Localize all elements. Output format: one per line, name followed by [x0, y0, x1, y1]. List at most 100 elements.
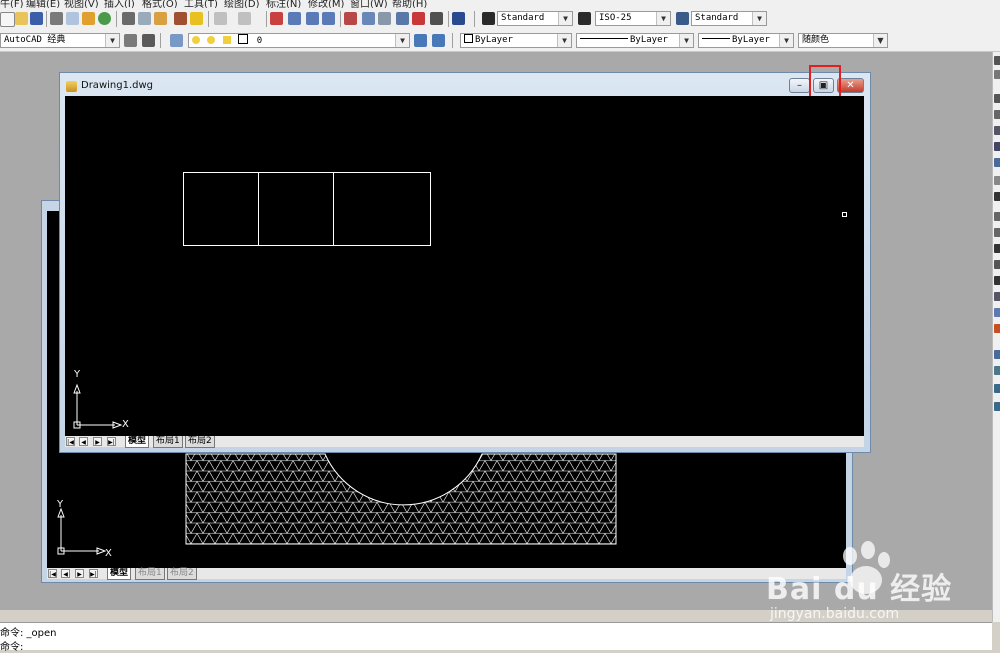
print-icon[interactable]	[50, 12, 63, 25]
tab-model[interactable]: 模型	[107, 568, 132, 580]
ucs-y-label: Y	[74, 369, 81, 380]
ucs-icon	[73, 383, 123, 429]
design-center-icon[interactable]	[362, 12, 375, 25]
pan-icon[interactable]	[270, 12, 283, 25]
sheet-set-icon[interactable]	[396, 12, 409, 25]
draworder-under-icon[interactable]	[994, 402, 1000, 411]
next-tab-button[interactable]: ▶	[75, 569, 84, 578]
break-icon[interactable]	[994, 244, 1000, 253]
properties-icon[interactable]	[344, 12, 357, 25]
plot-preview-icon[interactable]	[66, 12, 79, 25]
draworder-icon[interactable]	[994, 350, 1000, 359]
extend-icon[interactable]	[994, 228, 1000, 237]
tab-layout2[interactable]: 布局2	[167, 568, 197, 580]
drawing-canvas[interactable]: Y X	[65, 96, 864, 436]
menu-window[interactable]: 窗口(W)	[350, 0, 388, 8]
draworder-back-icon[interactable]	[994, 366, 1000, 375]
help-icon[interactable]	[452, 12, 465, 25]
highlight-box	[809, 65, 841, 99]
tab-model[interactable]: 模型	[125, 436, 150, 448]
new-icon[interactable]	[0, 12, 15, 27]
markup-icon[interactable]	[412, 12, 425, 25]
open-icon[interactable]	[15, 12, 28, 25]
zoom-realtime-icon[interactable]	[288, 12, 301, 25]
table-style-select[interactable]: Standard ▼	[691, 11, 767, 26]
match-properties-icon[interactable]	[174, 12, 187, 25]
zoom-previous-icon[interactable]	[322, 12, 335, 25]
last-tab-button[interactable]: ▶|	[89, 569, 98, 578]
layer-previous-icon[interactable]	[432, 34, 445, 47]
menu-edit[interactable]: 编辑(E)	[26, 0, 60, 8]
fillet-icon[interactable]	[994, 292, 1000, 301]
first-tab-button[interactable]: |◀	[66, 437, 75, 446]
layer-select[interactable]: 0 ▼	[188, 33, 410, 48]
last-tab-button[interactable]: ▶|	[107, 437, 116, 446]
watermark-brand: Bai du 经验	[766, 572, 953, 607]
dim-style-select[interactable]: ISO-25 ▼	[595, 11, 671, 26]
calculator-icon[interactable]	[430, 12, 443, 25]
dim-style-icon	[578, 12, 591, 25]
stretch-icon[interactable]	[994, 192, 1000, 201]
menu-modify[interactable]: 修改(M)	[308, 0, 344, 8]
explode-icon[interactable]	[994, 324, 1000, 333]
mirror-icon[interactable]	[994, 94, 1000, 103]
block-editor-icon[interactable]	[190, 12, 203, 25]
layer-manager-icon[interactable]	[170, 34, 183, 47]
trim-icon[interactable]	[994, 212, 1000, 221]
publish-icon[interactable]	[82, 12, 95, 25]
menu-file[interactable]: 牛(F)	[0, 0, 24, 8]
copy-object-icon[interactable]	[994, 70, 1000, 79]
rotate-icon[interactable]	[994, 158, 1000, 167]
baidu-watermark: Bai du 经验 jingyan.baidu.com	[766, 540, 986, 630]
array-icon[interactable]	[994, 126, 1000, 135]
menu-help[interactable]: 帮助(H)	[392, 0, 427, 8]
lineweight-select[interactable]: ByLayer ▼	[698, 33, 794, 48]
menu-draw[interactable]: 绘图(D)	[224, 0, 260, 8]
tab-layout1[interactable]: 布局1	[153, 436, 183, 448]
menu-view[interactable]: 视图(V)	[64, 0, 99, 8]
color-select[interactable]: ByLayer ▼	[460, 33, 572, 48]
save-workspace-icon[interactable]	[142, 34, 155, 47]
first-tab-button[interactable]: |◀	[48, 569, 57, 578]
fillet-arc-icon[interactable]	[994, 308, 1000, 317]
scale-icon[interactable]	[994, 176, 1000, 185]
tool-palettes-icon[interactable]	[378, 12, 391, 25]
join-icon[interactable]	[994, 260, 1000, 269]
menu-insert[interactable]: 插入(I)	[104, 0, 135, 8]
zoom-window-icon[interactable]	[306, 12, 319, 25]
globe-icon[interactable]	[98, 12, 111, 25]
move-icon[interactable]	[994, 142, 1000, 151]
workspace-select[interactable]: AutoCAD 经典 ▼	[0, 33, 120, 48]
next-tab-button[interactable]: ▶	[93, 437, 102, 446]
menu-dimension[interactable]: 标注(N)	[266, 0, 301, 8]
offset-icon[interactable]	[994, 110, 1000, 119]
undo-icon[interactable]	[214, 12, 227, 25]
drawing-file-icon	[66, 81, 77, 92]
save-icon[interactable]	[30, 12, 43, 25]
menu-tools[interactable]: 工具(T)	[184, 0, 218, 8]
chamfer-icon[interactable]	[994, 276, 1000, 285]
menu-format[interactable]: 格式(O)	[142, 0, 178, 8]
watermark-url: jingyan.baidu.com	[770, 606, 900, 622]
modify-toolbar	[992, 52, 1000, 622]
close-button[interactable]: ✕	[837, 78, 864, 93]
prev-tab-button[interactable]: ◀	[61, 569, 70, 578]
erase-icon[interactable]	[994, 56, 1000, 65]
tab-layout2[interactable]: 布局2	[185, 436, 215, 448]
plotstyle-select[interactable]: 随颜色 ▼	[798, 33, 888, 48]
copy-icon[interactable]	[138, 12, 151, 25]
make-current-layer-icon[interactable]	[414, 34, 427, 47]
prev-tab-button[interactable]: ◀	[79, 437, 88, 446]
minimize-button[interactable]: –	[789, 78, 810, 93]
command-prompt[interactable]: 命令:	[0, 638, 23, 653]
tab-layout1[interactable]: 布局1	[135, 568, 165, 580]
drawing1-window[interactable]: Drawing1.dwg – ▣ ✕ Y X |◀ ◀ ▶ ▶| 模型 布局1 …	[59, 65, 871, 453]
linetype-select[interactable]: ByLayer ▼	[576, 33, 694, 48]
workspace-settings-icon[interactable]	[124, 34, 137, 47]
redo-icon[interactable]	[238, 12, 251, 25]
ucs-x-label: X	[122, 419, 129, 430]
text-style-select[interactable]: Standard ▼	[497, 11, 573, 26]
cut-icon[interactable]	[122, 12, 135, 25]
paste-icon[interactable]	[154, 12, 167, 25]
draworder-above-icon[interactable]	[994, 384, 1000, 393]
